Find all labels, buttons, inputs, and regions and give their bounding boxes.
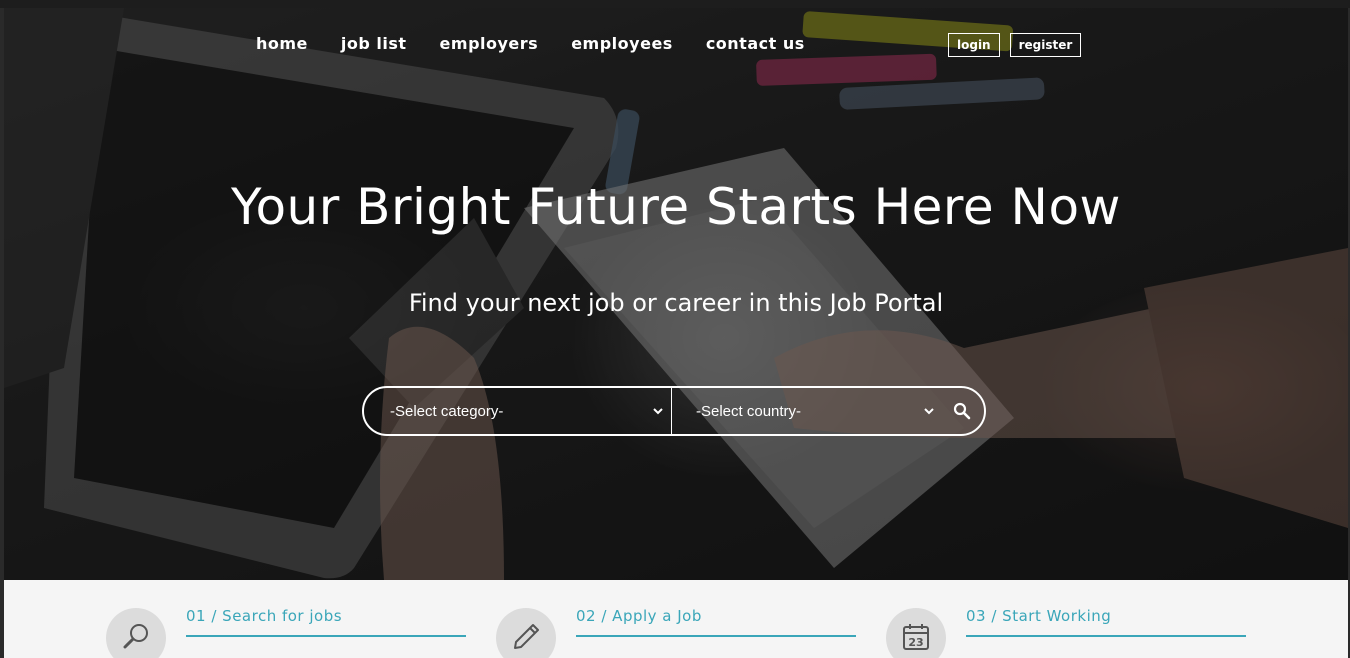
search-icon (953, 402, 971, 420)
chevron-down-icon (924, 408, 934, 415)
register-button[interactable]: register (1009, 33, 1082, 57)
nav-job-list[interactable]: job list (341, 34, 407, 53)
country-select[interactable]: -Select country- (672, 388, 942, 434)
how-it-works-section: 01 / Search for jobs 02 / Apply a Job 23 (4, 580, 1348, 658)
country-select-value: -Select country- (696, 402, 802, 420)
magnifier-icon (123, 624, 148, 649)
hero-title: Your Bright Future Starts Here Now (231, 178, 1121, 236)
browser-top-edge (0, 0, 1350, 8)
calendar-day-text: 23 (908, 636, 923, 649)
step-icon-circle (496, 608, 556, 658)
step-label: 02 / Apply a Job (576, 607, 856, 637)
pencil-icon (514, 624, 539, 649)
search-bar: -Select category- -Select country- (362, 386, 986, 436)
nav-home[interactable]: home (256, 34, 308, 53)
category-select[interactable]: -Select category- (364, 388, 672, 434)
step-label: 03 / Start Working (966, 607, 1246, 637)
nav-contact-us[interactable]: contact us (706, 34, 805, 53)
nav-employees[interactable]: employees (571, 34, 673, 53)
hero-section: home job list employers employees contac… (4, 8, 1348, 580)
step-icon-circle: 23 (886, 608, 946, 658)
chevron-down-icon (653, 408, 663, 415)
page: home job list employers employees contac… (4, 8, 1348, 658)
login-button[interactable]: login (948, 33, 1000, 57)
category-select-value: -Select category- (390, 402, 504, 420)
search-button[interactable] (942, 388, 982, 434)
step-icon-circle (106, 608, 166, 658)
calendar-icon: 23 (903, 624, 929, 650)
step-label: 01 / Search for jobs (186, 607, 466, 637)
main-nav: home job list employers employees contac… (256, 34, 805, 53)
auth-buttons: login register (948, 33, 1082, 57)
hero-subtitle: Find your next job or career in this Job… (408, 289, 944, 317)
nav-employers[interactable]: employers (440, 34, 539, 53)
